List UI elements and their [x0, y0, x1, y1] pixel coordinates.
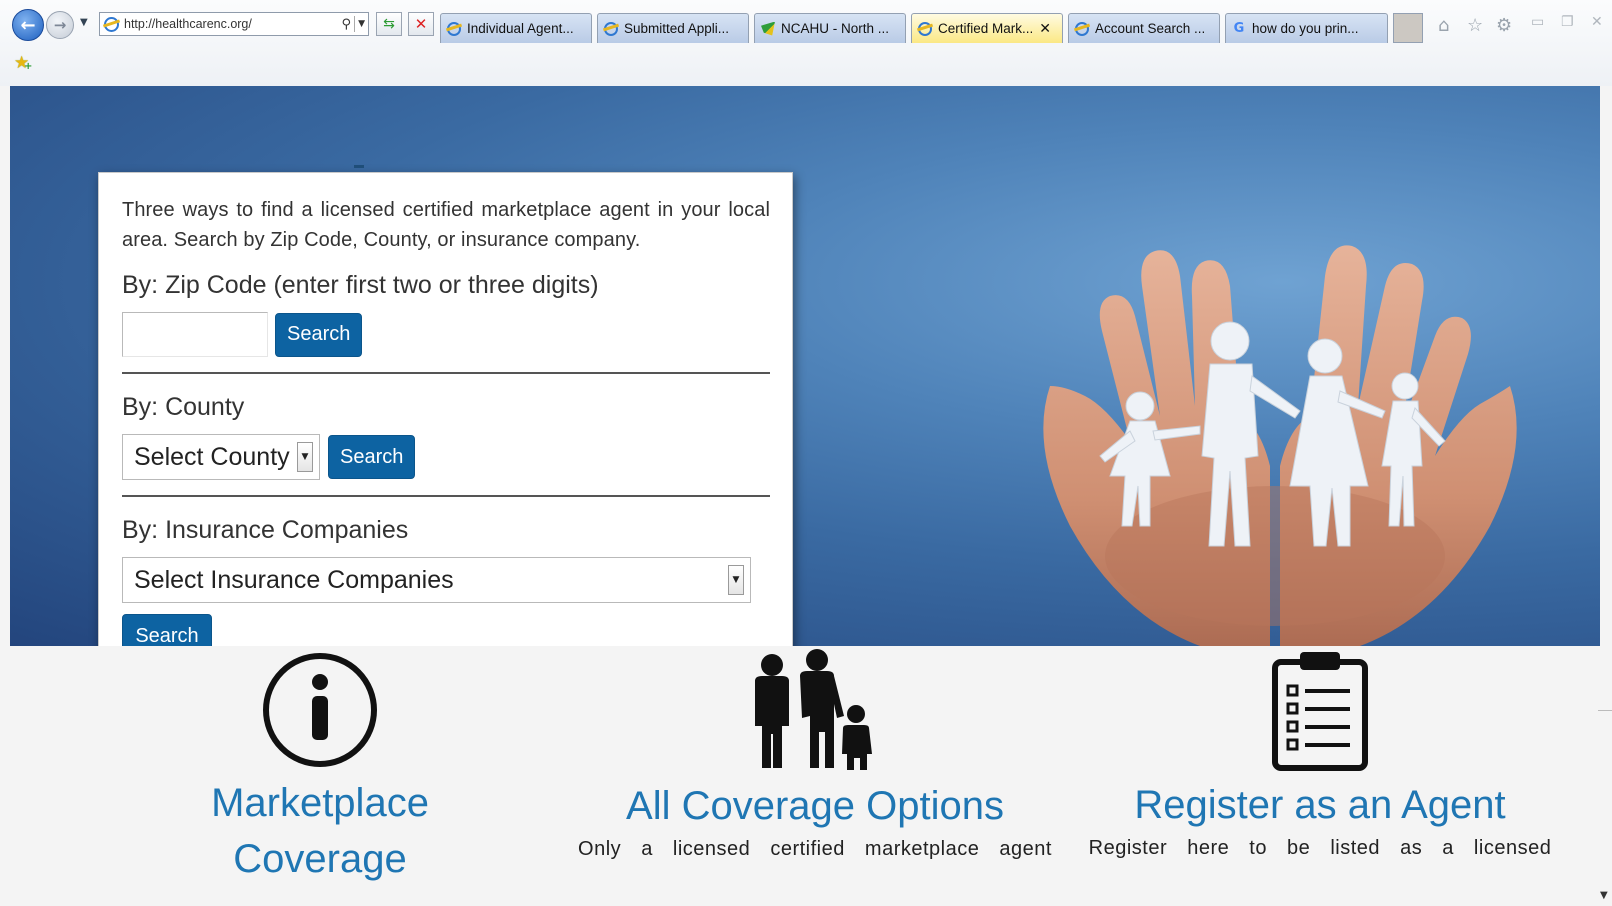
hero-banner: Three ways to find a licensed certified … [10, 86, 1600, 646]
ncahu-flag-icon [761, 21, 775, 36]
ie-page-icon [104, 16, 119, 32]
ie-icon [447, 21, 461, 36]
insurance-companies-label: By: Insurance Companies [122, 516, 409, 544]
feature-title[interactable]: Marketplace [140, 775, 500, 831]
minimize-icon[interactable]: ▭ [1531, 14, 1544, 30]
feature-register-agent[interactable]: Register as an Agent Register here to be… [1070, 646, 1570, 860]
feature-description: Only a licensed certified marketplace ag… [578, 838, 1052, 860]
tab-label: how do you prin... [1252, 21, 1359, 36]
zip-search-button[interactable]: Search [275, 312, 363, 357]
info-icon [263, 653, 377, 767]
hands-family-image [1043, 245, 1517, 646]
settings-gear-icon[interactable]: ⚙ [1496, 15, 1512, 36]
feature-title[interactable]: Register as an Agent [1070, 777, 1570, 833]
google-icon: G [1233, 21, 1245, 36]
address-dropdown-icon[interactable]: ▼ [355, 19, 368, 29]
tab-ncahu[interactable]: NCAHU - North ... [754, 13, 906, 43]
favorites-star-icon[interactable]: ☆ [1467, 15, 1483, 36]
tab-label: Account Search ... [1095, 21, 1206, 36]
zip-code-label: By: Zip Code (enter first two or three d… [122, 271, 599, 299]
feature-title-line2[interactable]: Coverage [140, 831, 500, 887]
scroll-down-arrow-icon[interactable]: ▼ [1600, 890, 1608, 901]
refresh-button[interactable]: ⇆ [376, 12, 402, 36]
tab-submitted-applications[interactable]: Submitted Appli... [597, 13, 749, 43]
stop-button[interactable]: ✕ [408, 12, 434, 36]
address-bar[interactable]: http://healthcarenc.org/ ⚲ ▼ [99, 12, 369, 36]
features-section: Marketplace Coverage All Coverage Option… [10, 646, 1600, 906]
home-icon[interactable]: ⌂ [1438, 15, 1449, 36]
county-select[interactable]: Select County ▼ [122, 434, 320, 480]
tab-google-search[interactable]: G how do you prin... [1225, 13, 1388, 43]
ie-icon [1075, 21, 1089, 36]
agent-search-card: Three ways to find a licensed certified … [98, 165, 793, 646]
tab-close-icon[interactable]: ✕ [1039, 21, 1051, 37]
search-intro-text: Three ways to find a licensed certified … [122, 199, 770, 251]
section-divider [122, 495, 770, 497]
family-icon [755, 649, 872, 770]
chevron-down-icon[interactable]: ▼ [297, 442, 313, 472]
tab-account-search[interactable]: Account Search ... [1068, 13, 1220, 43]
ie-icon [604, 21, 618, 36]
feature-description: Register here to be listed as a licensed [1088, 837, 1552, 859]
feature-title[interactable]: All Coverage Options [570, 778, 1060, 834]
clipboard-checklist-icon [1272, 652, 1368, 771]
feature-all-coverage-options[interactable]: All Coverage Options Only a licensed cer… [570, 646, 1060, 861]
add-favorites-plus-icon: + [24, 61, 33, 72]
insurance-companies-select[interactable]: Select Insurance Companies ▼ [122, 557, 751, 603]
back-button[interactable]: ← [12, 9, 44, 41]
tab-label: Certified Mark... [938, 21, 1034, 36]
zip-code-input[interactable] [122, 312, 268, 357]
new-tab-button[interactable] [1393, 13, 1423, 43]
browser-toolbar: ← → ▼ http://healthcarenc.org/ ⚲ ▼ ⇆ ✕ I… [0, 0, 1612, 86]
ie-icon [918, 21, 932, 36]
county-search-button[interactable]: Search [328, 435, 416, 479]
tab-label: NCAHU - North ... [781, 21, 890, 36]
history-dropdown-icon[interactable]: ▼ [80, 17, 88, 28]
tab-certified-marketplace[interactable]: Certified Mark... ✕ [911, 13, 1063, 43]
tab-label: Individual Agent... [467, 21, 574, 36]
restore-icon[interactable]: ❐ [1561, 14, 1574, 30]
county-select-value: Select County [134, 442, 290, 471]
chevron-down-icon[interactable]: ▼ [728, 565, 744, 595]
feature-marketplace-coverage[interactable]: Marketplace Coverage [140, 646, 500, 887]
search-icon[interactable]: ⚲ [339, 17, 355, 32]
county-label: By: County [122, 393, 245, 421]
section-divider [122, 372, 770, 374]
insurance-search-button[interactable]: Search [122, 614, 212, 646]
tab-individual-agent[interactable]: Individual Agent... [440, 13, 592, 43]
close-window-icon[interactable]: ✕ [1591, 14, 1603, 30]
heading-fragment [354, 165, 364, 168]
forward-button[interactable]: → [46, 11, 74, 39]
tab-label: Submitted Appli... [624, 21, 730, 36]
insurance-select-value: Select Insurance Companies [134, 565, 454, 594]
address-text[interactable]: http://healthcarenc.org/ [124, 17, 339, 31]
scrollbar-track-mark[interactable] [1598, 710, 1612, 711]
